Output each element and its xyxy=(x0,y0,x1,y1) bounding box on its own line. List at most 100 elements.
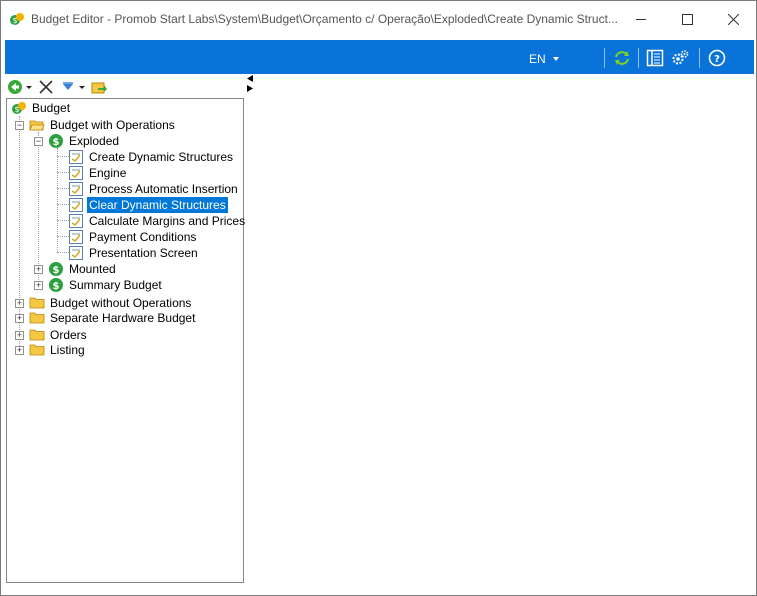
tree-connector xyxy=(38,132,39,284)
splitter-toggle-icon[interactable] xyxy=(245,74,255,94)
minimize-button[interactable] xyxy=(618,1,664,37)
script-icon xyxy=(69,166,83,180)
expand-toggle[interactable]: + xyxy=(15,314,24,323)
script-icon xyxy=(69,230,83,244)
tree-node-label: Process Automatic Insertion xyxy=(89,182,238,196)
tree-node-separate-hardware-budget[interactable]: Separate Hardware Budget xyxy=(29,310,197,326)
settings-gears-icon xyxy=(672,50,689,65)
maximize-button[interactable] xyxy=(664,1,710,37)
tree-node-presentation-screen[interactable]: Presentation Screen xyxy=(68,245,200,261)
close-icon xyxy=(727,13,739,25)
tree-node-exploded[interactable]: $ Exploded xyxy=(48,133,121,149)
chevron-down-icon xyxy=(552,57,559,61)
tree-node-create-dynamic-structures[interactable]: Create Dynamic Structures xyxy=(68,149,235,165)
folder-icon xyxy=(29,312,45,324)
expand-toggle[interactable]: + xyxy=(34,265,43,274)
tree-node-engine[interactable]: Engine xyxy=(68,165,128,181)
settings-button[interactable] xyxy=(670,48,690,68)
script-icon xyxy=(69,182,83,196)
folder-open-icon xyxy=(29,120,45,131)
tree-node-budget-with-operations[interactable]: Budget with Operations xyxy=(29,117,177,133)
export-icon xyxy=(91,82,107,94)
tree-node-label: Summary Budget xyxy=(69,278,162,292)
delete-button[interactable] xyxy=(38,79,54,95)
tree-node-calculate-margins-and-prices[interactable]: Calculate Margins and Prices xyxy=(68,213,247,229)
dollar-icon: $ xyxy=(49,262,63,276)
tree-node-payment-conditions[interactable]: Payment Conditions xyxy=(68,229,198,245)
chevron-down-icon[interactable] xyxy=(26,85,32,89)
svg-text:$: $ xyxy=(53,265,60,276)
tree-node-label: Listing xyxy=(50,343,85,357)
dollar-icon: $ xyxy=(49,134,63,148)
tree-node-label: Payment Conditions xyxy=(89,230,197,244)
app-money-icon: $ xyxy=(10,13,24,25)
tree-node-label: Exploded xyxy=(69,134,120,148)
svg-text:$: $ xyxy=(12,16,17,25)
svg-text:$: $ xyxy=(14,105,19,114)
panel-layout-button[interactable] xyxy=(645,48,665,68)
refresh-button[interactable] xyxy=(612,48,632,68)
toolbar-divider xyxy=(699,48,700,68)
language-label: EN xyxy=(529,52,546,66)
expand-toggle[interactable]: + xyxy=(34,281,43,290)
folder-icon xyxy=(29,329,45,341)
export-button[interactable] xyxy=(91,79,107,95)
script-icon xyxy=(69,246,83,260)
tree-node-label: Orders xyxy=(50,328,87,342)
tree-node-summary-budget[interactable]: $ Summary Budget xyxy=(48,277,164,293)
script-icon xyxy=(69,150,83,164)
back-icon xyxy=(8,80,22,94)
chevron-down-icon[interactable] xyxy=(79,85,85,89)
expand-toggle[interactable]: + xyxy=(15,331,24,340)
expand-toggle[interactable]: + xyxy=(15,299,24,308)
language-selector[interactable]: EN xyxy=(529,52,559,66)
toolbar-divider xyxy=(604,48,605,68)
toolbar-divider xyxy=(638,48,639,68)
svg-text:$: $ xyxy=(53,281,60,292)
tree-node-budget[interactable]: $ Budget xyxy=(11,100,72,116)
tree-node-mounted[interactable]: $ Mounted xyxy=(48,261,118,277)
maximize-icon xyxy=(681,13,693,25)
tree-node-label: Presentation Screen xyxy=(89,246,198,260)
tree-toolbar xyxy=(7,77,107,97)
tree-node-label: Budget without Operations xyxy=(50,296,192,310)
window-title: Budget Editor - Promob Start Labs\System… xyxy=(31,12,618,26)
back-button[interactable] xyxy=(7,79,23,95)
folder-icon xyxy=(29,344,45,356)
arrow-down-icon xyxy=(63,82,73,90)
title-bar: $ Budget Editor - Promob Start Labs\Syst… xyxy=(1,1,756,39)
tree-node-orders[interactable]: Orders xyxy=(29,327,89,343)
script-icon xyxy=(69,214,83,228)
move-down-button[interactable] xyxy=(60,79,76,95)
svg-text:?: ? xyxy=(714,54,720,65)
refresh-icon xyxy=(615,51,629,65)
tree-node-listing[interactable]: Listing xyxy=(29,342,87,358)
tree-node-label: Budget xyxy=(32,101,71,115)
money-icon: $ xyxy=(12,102,26,114)
script-icon xyxy=(69,198,83,212)
folder-icon xyxy=(29,297,45,309)
dollar-icon: $ xyxy=(49,278,63,292)
tree-node-label: Create Dynamic Structures xyxy=(89,150,234,164)
tree-node-label: Engine xyxy=(89,166,127,180)
tree-node-label-selected: Clear Dynamic Structures xyxy=(87,197,228,213)
tree-node-label: Separate Hardware Budget xyxy=(50,311,196,325)
collapse-toggle[interactable]: − xyxy=(34,137,43,146)
tree-node-clear-dynamic-structures[interactable]: Clear Dynamic Structures xyxy=(68,197,228,213)
minimize-icon xyxy=(635,18,646,20)
help-button[interactable]: ? xyxy=(707,48,727,68)
close-button[interactable] xyxy=(710,1,756,37)
help-icon: ? xyxy=(708,49,726,67)
expand-toggle[interactable]: + xyxy=(15,346,24,355)
panel-layout-icon xyxy=(646,49,664,67)
collapse-toggle[interactable]: − xyxy=(15,121,24,130)
tree-node-process-automatic-insertion[interactable]: Process Automatic Insertion xyxy=(68,181,240,197)
svg-text:$: $ xyxy=(53,137,60,148)
budget-editor-window: $ Budget Editor - Promob Start Labs\Syst… xyxy=(0,0,757,596)
tree-node-label: Calculate Margins and Prices xyxy=(89,214,246,228)
tree-node-budget-without-operations[interactable]: Budget without Operations xyxy=(29,295,193,311)
budget-tree[interactable]: $ Budget − Budget with Operations − $ Ex… xyxy=(6,98,247,583)
main-toolbar: EN ? xyxy=(5,40,754,74)
delete-icon xyxy=(39,80,53,94)
tree-node-label: Budget with Operations xyxy=(50,118,175,132)
